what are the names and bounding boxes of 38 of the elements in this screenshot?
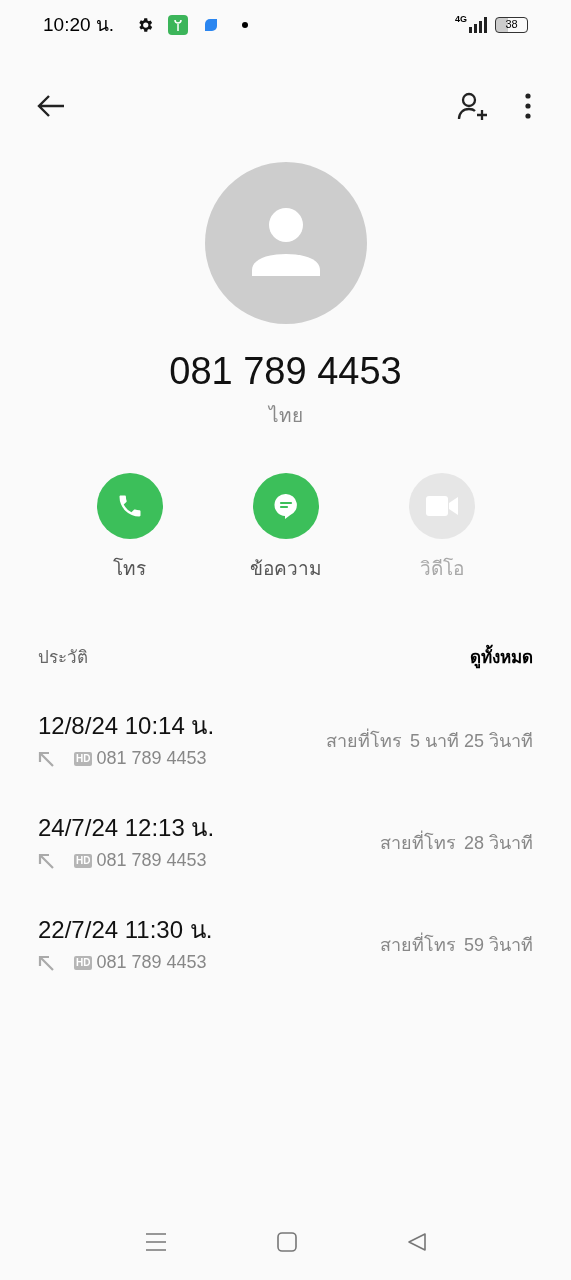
signal-icon [469,17,487,33]
network-type: 4G [455,13,467,27]
call-number: 081 789 4453 [96,849,207,872]
call-duration: 59 วินาที [463,934,533,957]
call-date-time: 22/7/24 11:30 น. [38,915,213,945]
contact-location: ไทย [268,404,303,428]
back-icon[interactable] [406,1232,427,1252]
action-label: วิดีโอ [419,556,464,581]
hd-badge: HD [74,751,93,766]
outgoing-arrow-icon [38,750,54,767]
call-type: สายที่โทร [379,830,456,857]
call-duration: 28 วินาที [463,832,533,855]
status-time: 10:20 น. [43,12,115,37]
action-label: โทร [113,556,146,581]
action-label: ข้อความ [249,556,322,581]
add-contact-icon[interactable] [457,91,489,121]
call-date-time: 24/7/24 12:13 น. [38,813,215,843]
see-all-link[interactable]: ดูทั้งหมด [470,645,533,671]
outgoing-arrow-icon [38,852,54,869]
battery-indicator: 38 [495,17,528,33]
call-duration: 5 นาที 25 วินาที [409,730,533,753]
call-type: สายที่โทร [379,932,456,959]
outgoing-arrow-icon [38,954,54,971]
menu-icon[interactable] [144,1232,167,1252]
home-icon[interactable] [276,1232,297,1252]
call-date-time: 12/8/24 10:14 น. [38,711,215,741]
call-type: สายที่โทร [325,728,402,755]
contact-number: 081 789 4453 [169,349,402,394]
call-number: 081 789 4453 [96,951,207,974]
app-icon [168,15,189,35]
chat-bubble-icon [271,491,300,520]
call-number: 081 789 4453 [96,747,207,770]
video-camera-icon [424,493,459,518]
more-options-icon[interactable] [525,93,531,119]
hd-badge: HD [74,853,93,868]
hd-badge: HD [74,955,93,970]
history-title: ประวัติ [38,647,88,669]
back-arrow-icon[interactable] [36,94,66,118]
